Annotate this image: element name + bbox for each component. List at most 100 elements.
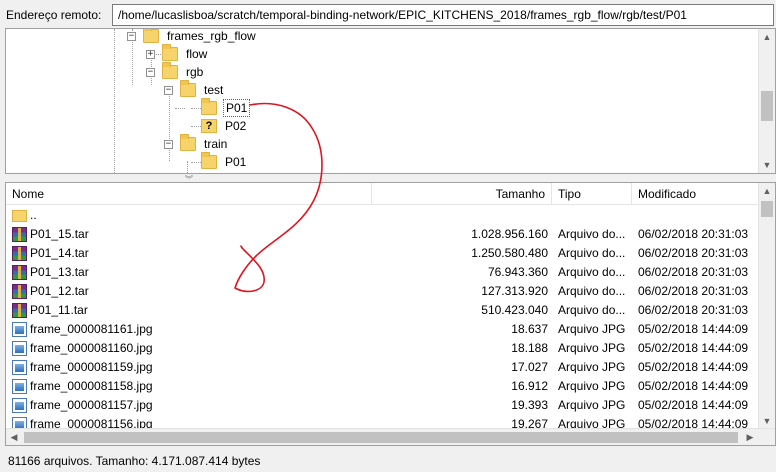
file-modified: 05/02/2018 14:44:09 [638, 360, 749, 374]
tree-scrollbar[interactable]: ▲ ▼ [758, 29, 775, 173]
scroll-left-icon[interactable]: ◀ [6, 429, 22, 445]
list-item[interactable]: P01_13.tar 76.943.360 Arquivo do... 06/0… [6, 263, 758, 282]
file-type: Arquivo do... [558, 246, 626, 260]
list-item[interactable]: P01_15.tar 1.028.956.160 Arquivo do... 0… [6, 225, 758, 244]
tree-node-train[interactable]: − train [164, 134, 229, 153]
file-list-header: Nome Tamanho Tipo Modificado [6, 183, 758, 205]
remote-path-label: Endereço remoto: [6, 8, 102, 22]
file-list-vertical-scrollbar[interactable]: ▲ ▼ [758, 183, 775, 429]
tree-node-label: rgb [186, 65, 204, 79]
column-header-name[interactable]: Nome [6, 183, 372, 205]
unknown-folder-icon: ? [201, 119, 217, 133]
file-size: 19.393 [511, 398, 548, 412]
list-item[interactable]: P01_14.tar 1.250.580.480 Arquivo do... 0… [6, 244, 758, 263]
scrollbar-thumb[interactable] [761, 91, 773, 121]
remote-path-bar: Endereço remoto: /home/lucaslisboa/scrat… [0, 0, 776, 30]
archive-icon [12, 265, 27, 280]
file-size: 18.637 [511, 322, 548, 336]
image-file-icon [12, 341, 27, 356]
folder-icon [201, 152, 217, 169]
list-item[interactable]: frame_0000081160.jpg 18.188 Arquivo JPG … [6, 339, 758, 358]
scroll-up-icon[interactable]: ▲ [759, 183, 775, 199]
image-file-icon [12, 322, 27, 337]
file-name: frame_0000081159.jpg [30, 360, 153, 374]
collapse-icon[interactable]: − [146, 67, 155, 77]
archive-icon [12, 303, 27, 318]
image-file-icon [12, 360, 27, 375]
list-item[interactable]: P01_12.tar 127.313.920 Arquivo do... 06/… [6, 282, 758, 301]
file-size: 17.027 [511, 360, 548, 374]
file-name: P01_12.tar [30, 284, 89, 298]
panel-splitter[interactable]: ︾ [0, 174, 776, 184]
scrollbar-thumb[interactable] [761, 201, 773, 217]
folder-icon [162, 62, 178, 79]
scroll-up-icon[interactable]: ▲ [759, 29, 775, 45]
collapse-icon[interactable]: − [164, 85, 173, 95]
scroll-down-icon[interactable]: ▼ [759, 413, 775, 429]
tree-node-label: frames_rgb_flow [167, 29, 256, 43]
list-item[interactable]: P01_11.tar 510.423.040 Arquivo do... 06/… [6, 301, 758, 320]
file-type: Arquivo JPG [558, 398, 626, 412]
file-name: P01_14.tar [30, 246, 89, 260]
tree-node-frames-rgb-flow[interactable]: − frames_rgb_flow [127, 29, 258, 45]
scroll-right-icon[interactable]: ▶ [742, 429, 758, 445]
file-modified: 06/02/2018 20:31:03 [638, 246, 749, 260]
list-item[interactable]: frame_0000081161.jpg 18.637 Arquivo JPG … [6, 320, 758, 339]
tree-node-label: P01 [225, 155, 247, 169]
file-name: frame_0000081157.jpg [30, 398, 153, 412]
list-item[interactable]: .. [6, 206, 758, 225]
status-text: 81166 arquivos. Tamanho: 4.171.087.414 b… [8, 454, 261, 468]
directory-tree: − frames_rgb_flow + flow − rgb − test P0… [5, 28, 776, 174]
column-header-modified[interactable]: Modificado [632, 183, 758, 205]
file-modified: 05/02/2018 14:44:09 [638, 379, 749, 393]
folder-icon [201, 98, 217, 115]
scroll-down-icon[interactable]: ▼ [759, 157, 775, 173]
tree-node-train-p01[interactable]: P01 [201, 152, 248, 171]
list-item[interactable]: frame_0000081157.jpg 19.393 Arquivo JPG … [6, 396, 758, 415]
file-modified: 06/02/2018 20:31:03 [638, 284, 749, 298]
collapse-icon[interactable]: − [164, 139, 173, 149]
file-modified: 05/02/2018 14:44:09 [638, 341, 749, 355]
remote-path-input[interactable]: /home/lucaslisboa/scratch/temporal-bindi… [112, 4, 774, 26]
list-item[interactable]: frame_0000081159.jpg 17.027 Arquivo JPG … [6, 358, 758, 377]
file-size: 16.912 [511, 379, 548, 393]
scrollbar-thumb[interactable] [24, 432, 738, 443]
file-name: frame_0000081158.jpg [30, 379, 153, 393]
file-modified: 06/02/2018 20:31:03 [638, 265, 749, 279]
list-item[interactable]: frame_0000081158.jpg 16.912 Arquivo JPG … [6, 377, 758, 396]
column-header-size[interactable]: Tamanho [372, 183, 552, 205]
tree-node-test-p01[interactable]: P01 [201, 98, 251, 117]
folder-icon [180, 80, 196, 97]
tree-node-label: test [204, 83, 224, 97]
file-modified: 05/02/2018 14:44:09 [638, 322, 749, 336]
tree-node-test[interactable]: − test [164, 80, 225, 99]
file-name: .. [30, 208, 37, 222]
file-modified: 05/02/2018 14:44:09 [638, 398, 749, 412]
file-list-horizontal-scrollbar[interactable]: ◀ ▶ [6, 428, 775, 445]
file-type: Arquivo JPG [558, 322, 626, 336]
tree-node-flow[interactable]: + flow [146, 44, 209, 63]
tree-node-test-p02[interactable]: ? P02 [201, 117, 248, 135]
file-type: Arquivo do... [558, 227, 626, 241]
file-size: 18.188 [511, 341, 548, 355]
folder-icon [143, 29, 159, 43]
archive-icon [12, 284, 27, 299]
tree-node-label: flow [186, 47, 208, 61]
folder-icon [180, 134, 196, 151]
archive-icon [12, 227, 27, 242]
file-modified: 06/02/2018 20:31:03 [638, 303, 749, 317]
column-header-type[interactable]: Tipo [552, 183, 632, 205]
file-list: Nome Tamanho Tipo Modificado .. P01_15.t… [5, 182, 776, 446]
file-name: P01_15.tar [30, 227, 89, 241]
tree-node-rgb[interactable]: − rgb [146, 62, 205, 81]
archive-icon [12, 246, 27, 261]
tree-node-label: P02 [225, 119, 247, 133]
file-size: 1.250.580.480 [471, 246, 548, 260]
collapse-icon[interactable]: − [127, 31, 136, 41]
file-name: frame_0000081160.jpg [30, 341, 153, 355]
expand-icon[interactable]: + [146, 49, 155, 59]
file-size: 1.028.956.160 [471, 227, 548, 241]
file-type: Arquivo JPG [558, 341, 626, 355]
file-name: P01_11.tar [30, 303, 88, 317]
file-type: Arquivo JPG [558, 360, 626, 374]
